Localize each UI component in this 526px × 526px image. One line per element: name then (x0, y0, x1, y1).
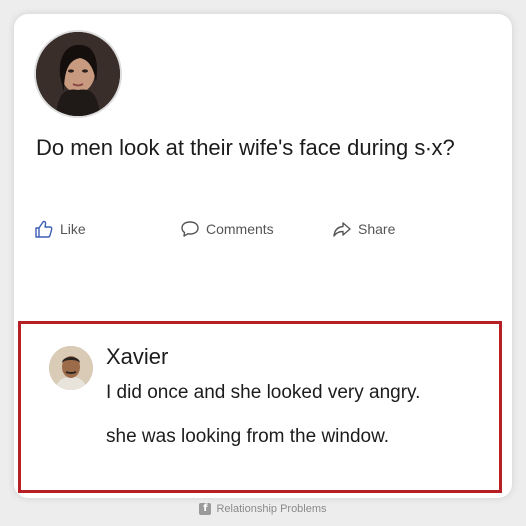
comment-bubble-icon (181, 221, 199, 237)
page-name-label: Relationship Problems (216, 503, 327, 515)
commenter-avatar[interactable] (49, 346, 93, 390)
facebook-icon: f (199, 503, 212, 515)
watermark-footer: f Relationship Problems (0, 503, 526, 515)
comment-text-line-2: she was looking from the window. (106, 426, 390, 447)
post-text: Do men look at their wife's face during … (36, 135, 455, 160)
post-card: Do men look at their wife's face during … (14, 14, 512, 498)
post-actions-bar: Like Comments Share (34, 219, 494, 249)
share-label: Share (358, 221, 396, 237)
like-label: Like (60, 221, 86, 237)
man-avatar-icon (49, 346, 93, 390)
comment-text-line-1: I did once and she looked very angry. (106, 382, 421, 403)
highlighted-comment: Xavier I did once and she looked very an… (18, 321, 502, 493)
commenter-name[interactable]: Xavier (106, 344, 168, 370)
comments-button[interactable]: Comments (180, 219, 274, 239)
share-button[interactable]: Share (332, 219, 395, 239)
woman-avatar-icon (36, 32, 120, 116)
post-author-avatar[interactable] (34, 30, 122, 118)
share-arrow-icon (333, 222, 351, 237)
thumbs-up-icon (35, 220, 53, 238)
screenshot-frame: Do men look at their wife's face during … (0, 0, 526, 526)
comments-label: Comments (206, 221, 274, 237)
like-button[interactable]: Like (34, 219, 86, 239)
